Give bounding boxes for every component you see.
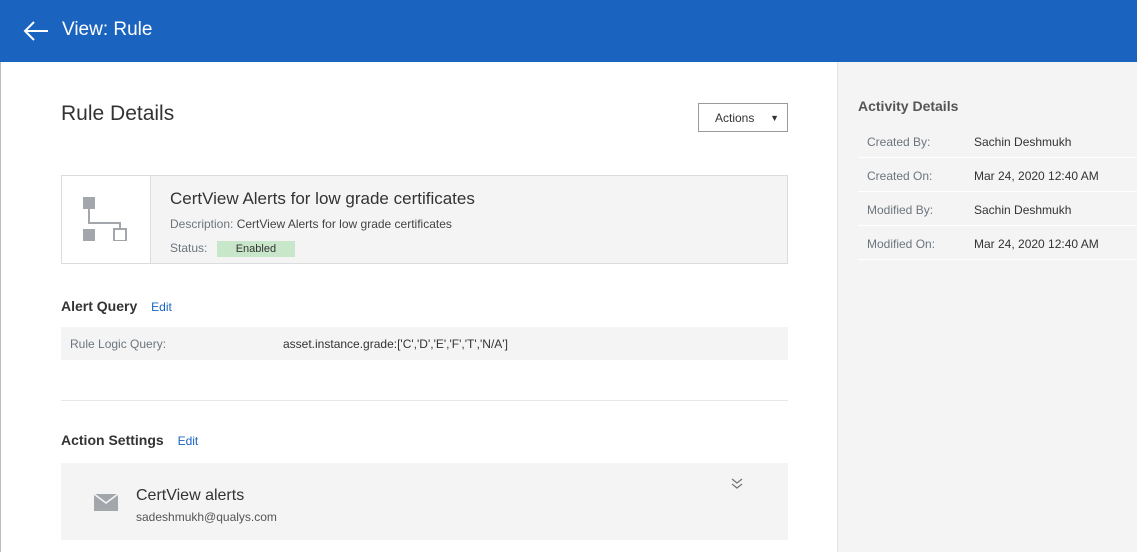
activity-value: Mar 24, 2020 12:40 AM bbox=[974, 237, 1099, 251]
rule-status: Status: Enabled bbox=[170, 241, 296, 257]
action-settings-heading: Action Settings Edit bbox=[61, 432, 198, 448]
rule-icon-box bbox=[62, 176, 151, 263]
mail-icon bbox=[93, 493, 119, 516]
left-frame-border bbox=[0, 62, 8, 552]
status-badge: Enabled bbox=[216, 241, 296, 257]
activity-value: Sachin Deshmukh bbox=[974, 135, 1072, 149]
activity-value: Mar 24, 2020 12:40 AM bbox=[974, 169, 1099, 183]
action-email: sadeshmukh@qualys.com bbox=[136, 510, 277, 524]
alert-query-title: Alert Query bbox=[61, 298, 138, 314]
page-title: Rule Details bbox=[61, 102, 175, 125]
rule-summary-card: CertView Alerts for low grade certificat… bbox=[61, 175, 788, 264]
actions-dropdown-button[interactable]: Actions ▼ bbox=[698, 103, 788, 132]
action-settings-title: Action Settings bbox=[61, 432, 164, 448]
section-divider bbox=[61, 400, 788, 401]
alert-query-heading: Alert Query Edit bbox=[61, 298, 172, 314]
rule-description: Description: CertView Alerts for low gra… bbox=[170, 217, 452, 231]
top-bar: View: Rule bbox=[0, 0, 1137, 62]
activity-value: Sachin Deshmukh bbox=[974, 203, 1072, 217]
action-title: CertView alerts bbox=[136, 487, 245, 504]
alert-query-edit-link[interactable]: Edit bbox=[151, 300, 172, 314]
activity-label: Created On: bbox=[867, 169, 933, 183]
caret-down-icon: ▼ bbox=[770, 113, 779, 123]
activity-label: Created By: bbox=[867, 135, 931, 149]
rule-name: CertView Alerts for low grade certificat… bbox=[170, 189, 475, 208]
action-item-card: CertView alerts sadeshmukh@qualys.com bbox=[61, 463, 788, 540]
back-arrow-icon[interactable] bbox=[22, 20, 50, 42]
double-chevron-down-icon[interactable] bbox=[731, 477, 743, 495]
hierarchy-icon bbox=[83, 197, 127, 246]
activity-label: Modified On: bbox=[867, 237, 936, 251]
action-settings-edit-link[interactable]: Edit bbox=[178, 434, 199, 448]
actions-label: Actions bbox=[715, 110, 755, 125]
activity-row: Created On: Mar 24, 2020 12:40 AM bbox=[858, 158, 1137, 192]
description-value: CertView Alerts for low grade certificat… bbox=[236, 217, 452, 231]
activity-label: Modified By: bbox=[867, 203, 934, 217]
activity-title: Activity Details bbox=[858, 98, 959, 114]
rule-logic-query-row: Rule Logic Query: asset.instance.grade:[… bbox=[61, 327, 788, 360]
activity-row: Modified On: Mar 24, 2020 12:40 AM bbox=[858, 226, 1137, 260]
activity-panel: Activity Details Created By: Sachin Desh… bbox=[837, 62, 1137, 552]
status-label: Status: bbox=[170, 241, 208, 255]
main-content: Rule Details Actions ▼ CertView Alerts f… bbox=[8, 62, 837, 552]
query-value: asset.instance.grade:['C','D','E','F','T… bbox=[283, 337, 508, 351]
activity-row: Modified By: Sachin Deshmukh bbox=[858, 192, 1137, 226]
query-label: Rule Logic Query: bbox=[70, 337, 167, 351]
description-label: Description: bbox=[170, 217, 234, 231]
page-header-title: View: Rule bbox=[62, 19, 153, 40]
activity-row: Created By: Sachin Deshmukh bbox=[858, 124, 1137, 158]
